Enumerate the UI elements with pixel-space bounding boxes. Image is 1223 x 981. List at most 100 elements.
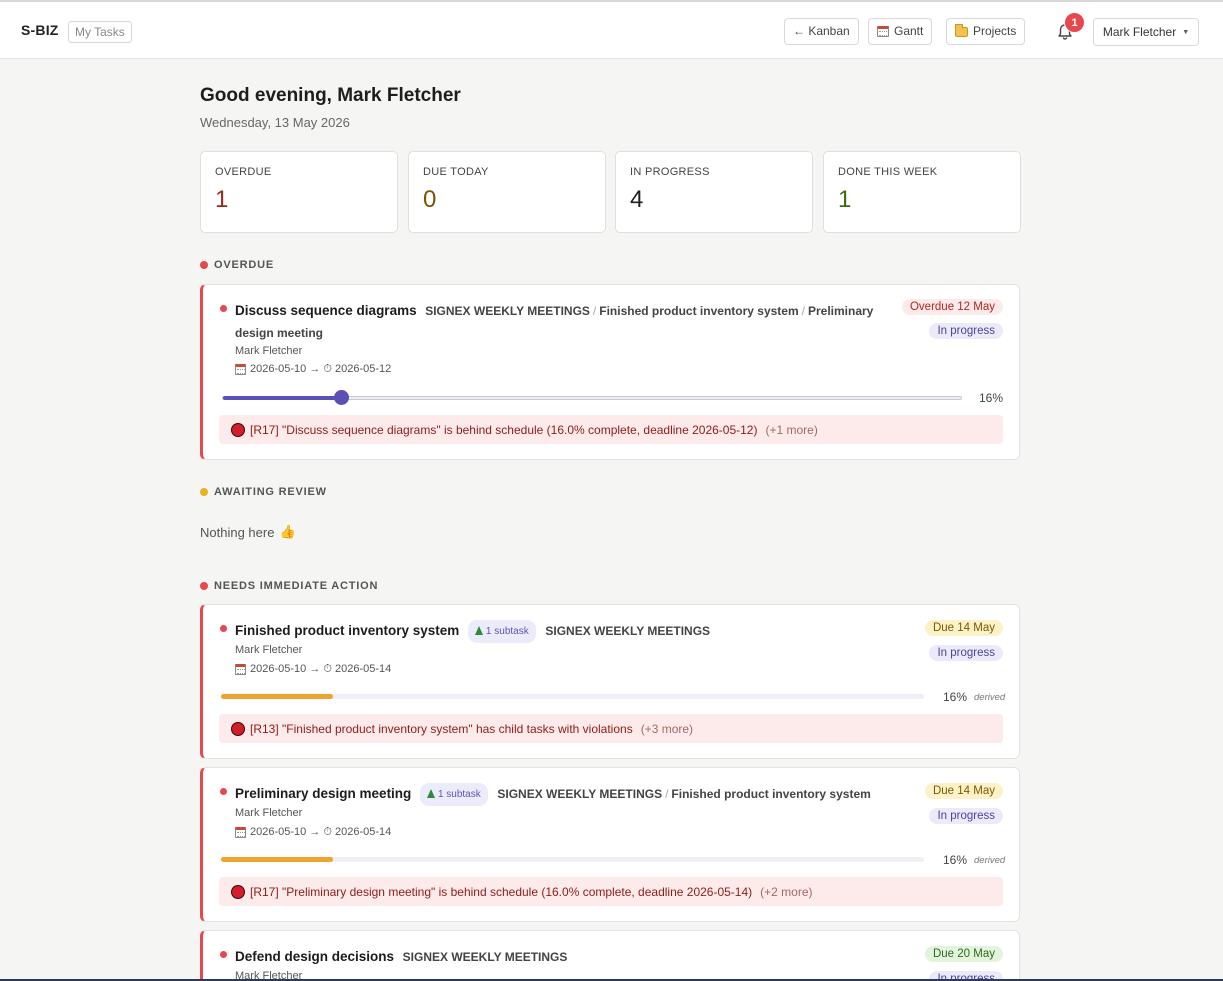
crumb-item[interactable]: Finished product inventory system (599, 304, 798, 318)
status-dot-icon (200, 582, 208, 590)
progress-slider-handle[interactable] (334, 390, 350, 405)
folder-icon (955, 23, 968, 37)
alert-more-link[interactable]: (+2 more) (760, 885, 812, 899)
task-title[interactable]: Preliminary design meeting (235, 786, 411, 801)
progress-slider[interactable] (222, 390, 962, 405)
section-awaiting-review-heading: AWAITING REVIEW (200, 486, 327, 498)
task-card[interactable]: Discuss sequence diagrams SIGNEX WEEKLY … (200, 284, 1020, 460)
task-dates: 2026-05-10 → ⏱ 2026-05-12 (235, 363, 391, 376)
progress-bar-fill (221, 857, 334, 862)
gantt-button[interactable]: Gantt (868, 18, 933, 45)
crumb-item[interactable]: SIGNEX WEEKLY MEETINGS (497, 787, 662, 801)
top-bar: S-BIZ My Tasks ← Kanban Gantt Projects 1… (0, 0, 1223, 59)
task-owner: Mark Fletcher (235, 644, 303, 656)
stat-in-progress[interactable]: IN PROGRESS 4 (615, 151, 813, 233)
violation-alert[interactable]: [R17] "Preliminary design meeting" is be… (219, 877, 1003, 906)
crumb-item[interactable]: SIGNEX WEEKLY MEETINGS (425, 304, 590, 318)
alert-text: [R17] "Discuss sequence diagrams" is beh… (250, 422, 758, 437)
section-needs-action-heading: NEEDS IMMEDIATE ACTION (200, 580, 378, 592)
current-date: Wednesday, 13 May 2026 (200, 115, 350, 130)
due-pill: Due 14 May (924, 620, 1003, 636)
status-badge[interactable]: In progress (929, 808, 1003, 824)
tree-icon (474, 626, 483, 635)
section-overdue-heading: OVERDUE (200, 259, 274, 271)
subtask-badge[interactable]: 1 subtask (467, 620, 536, 643)
progress-percent: 16% (943, 853, 968, 867)
task-title[interactable]: Finished product inventory system (235, 623, 459, 638)
page-title: Good evening, Mark Fletcher (200, 85, 461, 106)
calendar-icon (235, 664, 246, 675)
stat-value: 1 (838, 186, 852, 213)
calendar-icon (235, 364, 246, 375)
crumb-item[interactable]: SIGNEX WEEKLY MEETINGS (545, 624, 710, 638)
status-dot-icon (220, 788, 227, 795)
stat-label: DUE TODAY (423, 166, 489, 178)
alert-more-link[interactable]: (+1 more) (765, 423, 817, 437)
user-name: Mark Fletcher (1102, 25, 1177, 39)
task-breadcrumb: SIGNEX WEEKLY MEETINGS / Finished product … (497, 787, 871, 801)
notification-badge: 1 (1064, 12, 1085, 33)
derived-label: derived (974, 692, 1006, 703)
stat-label: OVERDUE (215, 166, 272, 178)
crumb-item[interactable]: SIGNEX WEEKLY MEETINGS (403, 950, 568, 964)
task-title-line: Discuss sequence diagrams SIGNEX WEEKLY … (235, 300, 890, 344)
kanban-button[interactable]: ← Kanban (784, 18, 859, 45)
alert-more-link[interactable]: (+3 more) (641, 722, 693, 736)
alert-text: [R17] "Preliminary design meeting" is be… (250, 884, 753, 899)
progress-slider-fill (223, 396, 342, 400)
stat-label: DONE THIS WEEK (838, 166, 938, 178)
subtask-badge[interactable]: 1 subtask (419, 783, 488, 806)
brand-logo[interactable]: S-BIZ (21, 22, 59, 38)
due-pill: Overdue 12 May (901, 299, 1003, 315)
task-card[interactable]: Preliminary design meeting 1 subtask SIG… (200, 767, 1020, 922)
gantt-button-label: Gantt (894, 24, 924, 38)
user-menu-button[interactable]: Mark Fletcher ▼ (1093, 18, 1199, 46)
task-date-range: 2026-05-10 → ⏱ 2026-05-12 (250, 363, 392, 375)
section-label: AWAITING REVIEW (214, 486, 327, 498)
task-title-line: Defend design decisions SIGNEX WEEKLY ME… (235, 946, 890, 968)
task-date-range: 2026-05-10 → ⏱ 2026-05-14 (250, 826, 392, 838)
task-date-range: 2026-05-10 → ⏱ 2026-05-14 (250, 663, 392, 675)
progress-bar (221, 694, 924, 699)
thumbs-up-icon: 👍 (279, 524, 296, 539)
projects-button[interactable]: Projects (946, 18, 1026, 45)
derived-label: derived (974, 855, 1006, 866)
task-card[interactable]: Defend design decisions SIGNEX WEEKLY ME… (200, 930, 1020, 981)
red-circle-icon (231, 721, 245, 736)
progress-bar-fill (221, 694, 334, 699)
stat-done-this-week[interactable]: DONE THIS WEEK 1 (823, 151, 1021, 233)
stat-value: 4 (630, 186, 644, 213)
my-tasks-tag[interactable]: My Tasks (68, 21, 132, 43)
section-label: OVERDUE (214, 259, 274, 271)
tree-icon (426, 789, 435, 798)
violation-alert[interactable]: [R17] "Discuss sequence diagrams" is beh… (219, 415, 1003, 444)
kanban-button-label: ← Kanban (793, 24, 850, 38)
status-badge[interactable]: In progress (929, 323, 1003, 339)
progress-percent: 16% (978, 391, 1003, 405)
status-badge[interactable]: In progress (929, 645, 1003, 661)
crumb-item[interactable]: Finished product inventory system (671, 787, 870, 801)
stat-value: 0 (423, 186, 437, 213)
violation-alert[interactable]: [R13] "Finished product inventory system… (219, 714, 1003, 743)
status-dot-icon (200, 488, 208, 496)
task-dates: 2026-05-10 → ⏱ 2026-05-14 (235, 826, 391, 839)
empty-state: Nothing here 👍 (200, 524, 296, 540)
task-title[interactable]: Discuss sequence diagrams (235, 303, 417, 318)
empty-state-text: Nothing here (200, 524, 275, 540)
task-title[interactable]: Defend design decisions (235, 949, 394, 964)
stat-value: 1 (215, 186, 229, 213)
status-dot-icon (220, 305, 227, 312)
task-breadcrumb: SIGNEX WEEKLY MEETINGS (403, 950, 568, 964)
task-card[interactable]: Finished product inventory system 1 subt… (200, 604, 1020, 759)
task-title-line: Finished product inventory system 1 subt… (235, 620, 890, 643)
task-dates: 2026-05-10 → ⏱ 2026-05-14 (235, 663, 391, 676)
stat-overdue[interactable]: OVERDUE 1 (200, 151, 398, 233)
progress-percent: 16% (943, 690, 968, 704)
projects-button-label: Projects (973, 24, 1017, 38)
task-breadcrumb: SIGNEX WEEKLY MEETINGS (545, 624, 710, 638)
stat-due-today[interactable]: DUE TODAY 0 (408, 151, 606, 233)
status-dot-icon (220, 951, 227, 958)
section-label: NEEDS IMMEDIATE ACTION (214, 580, 379, 592)
status-dot-icon (220, 625, 227, 632)
red-circle-icon (231, 422, 245, 437)
